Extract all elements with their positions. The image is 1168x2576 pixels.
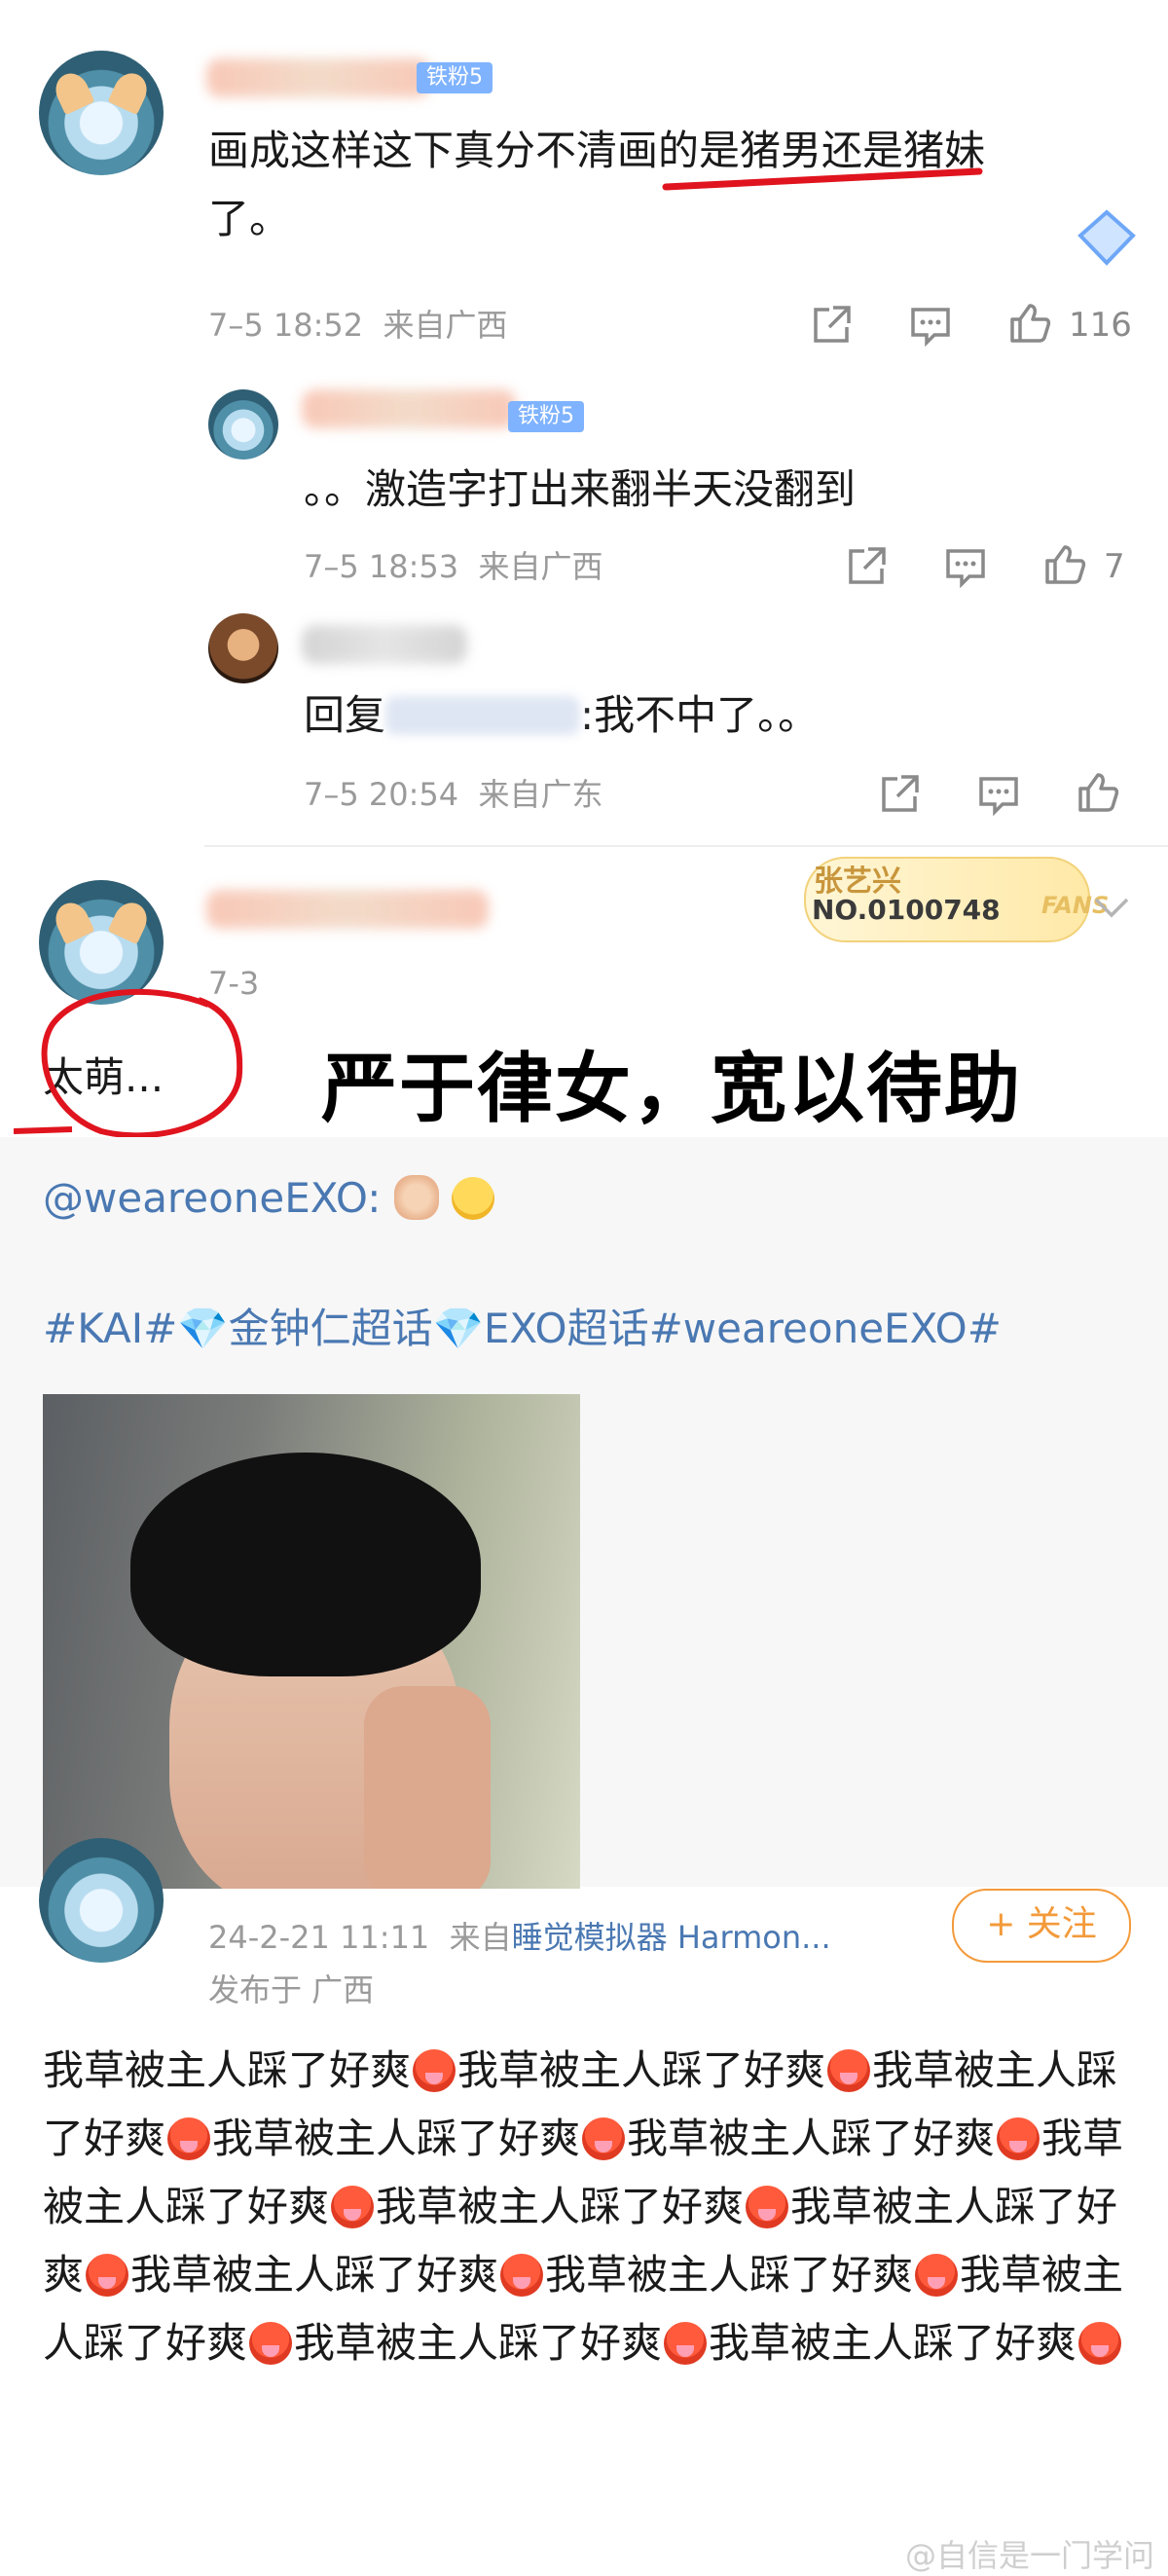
hot-face-emoji-icon bbox=[582, 2117, 626, 2160]
post-body-phrase: 我草被主人踩了好爽 bbox=[627, 2115, 996, 2162]
reply-time: 7–5 20:54 来自广东 bbox=[304, 776, 603, 813]
share-icon[interactable] bbox=[843, 543, 890, 590]
reply-text: 。。激造字打出来翻半天没翻到 bbox=[304, 465, 857, 513]
hot-face-emoji-icon bbox=[331, 2186, 375, 2228]
hot-face-emoji-icon bbox=[249, 2322, 293, 2365]
avatar[interactable] bbox=[39, 1838, 164, 1963]
fan-badge: 铁粉5 bbox=[508, 401, 584, 432]
post-body-phrase: 我草被主人踩了好爽 bbox=[376, 2183, 745, 2230]
post-body-phrase: 我草被主人踩了好爽 bbox=[457, 2046, 826, 2094]
username-blurred[interactable] bbox=[206, 890, 489, 929]
hot-face-emoji-icon bbox=[1078, 2322, 1122, 2365]
share-icon[interactable] bbox=[808, 302, 855, 349]
post-body-phrase: 我草被主人踩了好爽 bbox=[212, 2115, 581, 2162]
post-body-phrase: 我草被主人踩了好爽 bbox=[294, 2319, 663, 2367]
divider bbox=[204, 845, 1168, 847]
avatar[interactable] bbox=[39, 51, 164, 175]
comment-icon[interactable] bbox=[942, 543, 989, 590]
quoted-mention: @weareoneEXO: bbox=[43, 1164, 495, 1233]
follow-button[interactable]: + 关注 bbox=[952, 1889, 1131, 1963]
hot-face-emoji-icon bbox=[997, 2117, 1040, 2160]
like-count: 7 bbox=[1104, 547, 1125, 586]
like-icon[interactable] bbox=[1075, 769, 1121, 816]
like-icon[interactable] bbox=[1006, 300, 1053, 347]
hot-face-emoji-icon bbox=[413, 2049, 456, 2092]
reply-text: 回复:我不中了。。 bbox=[304, 691, 820, 739]
fans-card-number: NO.0100748 bbox=[812, 894, 1001, 926]
post-body-phrase: 我草被主人踩了好爽 bbox=[545, 2251, 914, 2299]
like-count: 116 bbox=[1069, 306, 1132, 345]
hot-face-emoji-icon bbox=[664, 2322, 708, 2365]
red-underline-annotation bbox=[662, 167, 983, 191]
avatar[interactable] bbox=[208, 613, 278, 683]
hot-face-emoji-icon bbox=[915, 2254, 959, 2297]
post-body-phrase: 我草被主人踩了好爽 bbox=[709, 2319, 1077, 2367]
username-blurred[interactable] bbox=[302, 389, 516, 428]
hot-face-emoji-icon bbox=[500, 2254, 544, 2297]
red-circle-annotation bbox=[14, 988, 243, 1139]
hashtags[interactable]: #KAI#💎金钟仁超话💎EXO超话#weareoneEXO# bbox=[43, 1295, 1002, 1363]
avatar[interactable] bbox=[208, 389, 278, 460]
share-icon[interactable] bbox=[876, 771, 923, 818]
hot-face-emoji-icon bbox=[827, 2049, 871, 2092]
username-blurred[interactable] bbox=[206, 58, 430, 97]
chevron-down-icon[interactable] bbox=[1092, 894, 1131, 921]
comment-icon[interactable] bbox=[907, 302, 954, 349]
annotation-caption: 严于律女，宽以待助 bbox=[321, 1046, 1023, 1133]
post-body-phrase: 我草被主人踩了好爽 bbox=[43, 2046, 412, 2094]
post-body-phrase: 我草被主人踩了好爽 bbox=[130, 2251, 499, 2299]
like-icon[interactable] bbox=[1041, 541, 1088, 588]
hot-face-emoji-icon bbox=[86, 2254, 129, 2297]
post-time: 24-2-21 11:11 来自睡觉模拟器 Harmon... bbox=[208, 1919, 831, 1956]
reply-time: 7–5 18:53 来自广西 bbox=[304, 548, 603, 585]
diamond-icon bbox=[1077, 209, 1136, 266]
feet-icon bbox=[393, 1175, 439, 1220]
fan-badge: 铁粉5 bbox=[417, 62, 493, 93]
comment-time: 7–5 18:52 来自广西 bbox=[208, 307, 508, 344]
username-blurred[interactable] bbox=[302, 625, 467, 664]
watermark: @自信是一门学问 bbox=[905, 2537, 1155, 2574]
post-photo[interactable] bbox=[43, 1394, 580, 1889]
hot-face-emoji-icon bbox=[167, 2117, 211, 2160]
crying-face-icon bbox=[452, 1177, 495, 1220]
post-body: 我草被主人踩了好爽 我草被主人踩了好爽 我草被主人踩了好爽 我草被主人踩了好爽 我草被主… bbox=[43, 2037, 1133, 2377]
hot-face-emoji-icon bbox=[746, 2186, 789, 2228]
post-location: 发布于 广西 bbox=[208, 1971, 375, 2008]
comment-icon[interactable] bbox=[975, 771, 1022, 818]
